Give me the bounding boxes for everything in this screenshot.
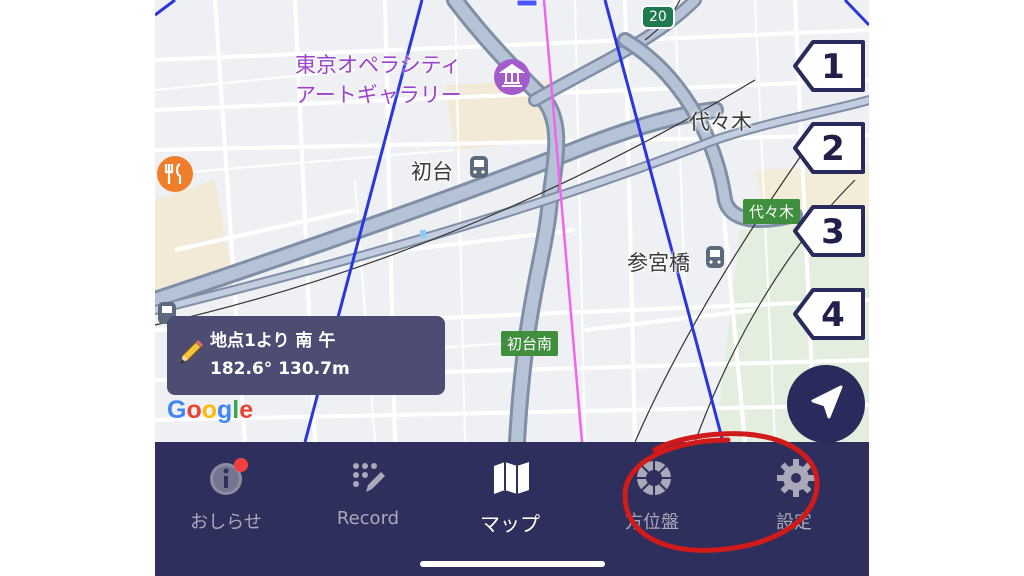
tab-map[interactable]: マップ — [439, 442, 581, 552]
tab-label: おしらせ — [190, 512, 262, 533]
tab-compass-dial[interactable]: 方位盤 — [581, 442, 723, 552]
poi-label-opera-city[interactable]: 東京オペラシティ アートギャラリー — [295, 50, 462, 110]
google-logo-letter: G — [167, 396, 187, 424]
bearing-info-panel[interactable]: 地点1より 南 午 182.6° 130.7m — [167, 316, 445, 395]
map-icon — [494, 462, 529, 494]
navigation-arrow-icon — [811, 385, 843, 419]
tab-label: Record — [336, 508, 400, 529]
my-location-button[interactable] — [787, 365, 865, 443]
google-logo: Google — [167, 396, 253, 425]
info-icon — [210, 458, 248, 495]
marker-label: 3 — [821, 212, 845, 252]
google-logo-letter: e — [239, 396, 254, 424]
marker-button-3[interactable]: 3 — [783, 203, 867, 259]
station-badge-hatsudai-minami: 初台南 — [501, 331, 559, 356]
bearing-from-point: 地点1より 南 午 — [210, 331, 336, 351]
notification-badge — [234, 458, 248, 472]
record-pen-icon — [353, 463, 385, 492]
tab-label: 方位盤 — [625, 512, 679, 533]
tab-news[interactable]: おしらせ — [155, 442, 297, 552]
google-logo-letter: o — [201, 396, 218, 424]
route-shield: 20 — [641, 5, 675, 29]
marker-label: 2 — [821, 129, 845, 169]
station-icon — [470, 156, 488, 178]
pencil-icon[interactable] — [175, 338, 205, 368]
place-label-hatsudai: 初台 — [411, 160, 453, 184]
tab-record[interactable]: Record — [297, 442, 439, 552]
tab-settings[interactable]: 設定 — [723, 442, 865, 552]
marker-button-4[interactable]: 4 — [783, 286, 867, 342]
marker-label: 4 — [821, 295, 845, 335]
museum-pin-icon[interactable] — [494, 59, 530, 95]
bottom-tab-bar: おしらせ Record マップ 方位盤 設定 — [155, 442, 869, 576]
home-indicator — [420, 561, 605, 567]
tab-label: 設定 — [776, 512, 812, 533]
phone-screen: 東京オペラシティ アートギャラリー 初台 代々木 参宮橋 初台南 代々木 20 … — [155, 0, 869, 576]
gear-icon — [777, 459, 815, 497]
compass-dial-icon — [637, 461, 671, 495]
google-logo-letter: g — [217, 396, 233, 424]
google-logo-letter: o — [186, 396, 202, 424]
marker-label: 1 — [821, 47, 845, 87]
tab-label: マップ — [480, 512, 540, 536]
restaurant-pin-icon[interactable] — [157, 156, 193, 192]
place-label-yoyogi: 代々木 — [689, 110, 752, 134]
bearing-distance: 182.6° 130.7m — [210, 359, 350, 379]
marker-button-2[interactable]: 2 — [783, 120, 867, 176]
marker-button-1[interactable]: 1 — [783, 38, 867, 94]
place-label-sangubashi: 参宮橋 — [627, 251, 690, 275]
station-icon — [706, 246, 724, 268]
